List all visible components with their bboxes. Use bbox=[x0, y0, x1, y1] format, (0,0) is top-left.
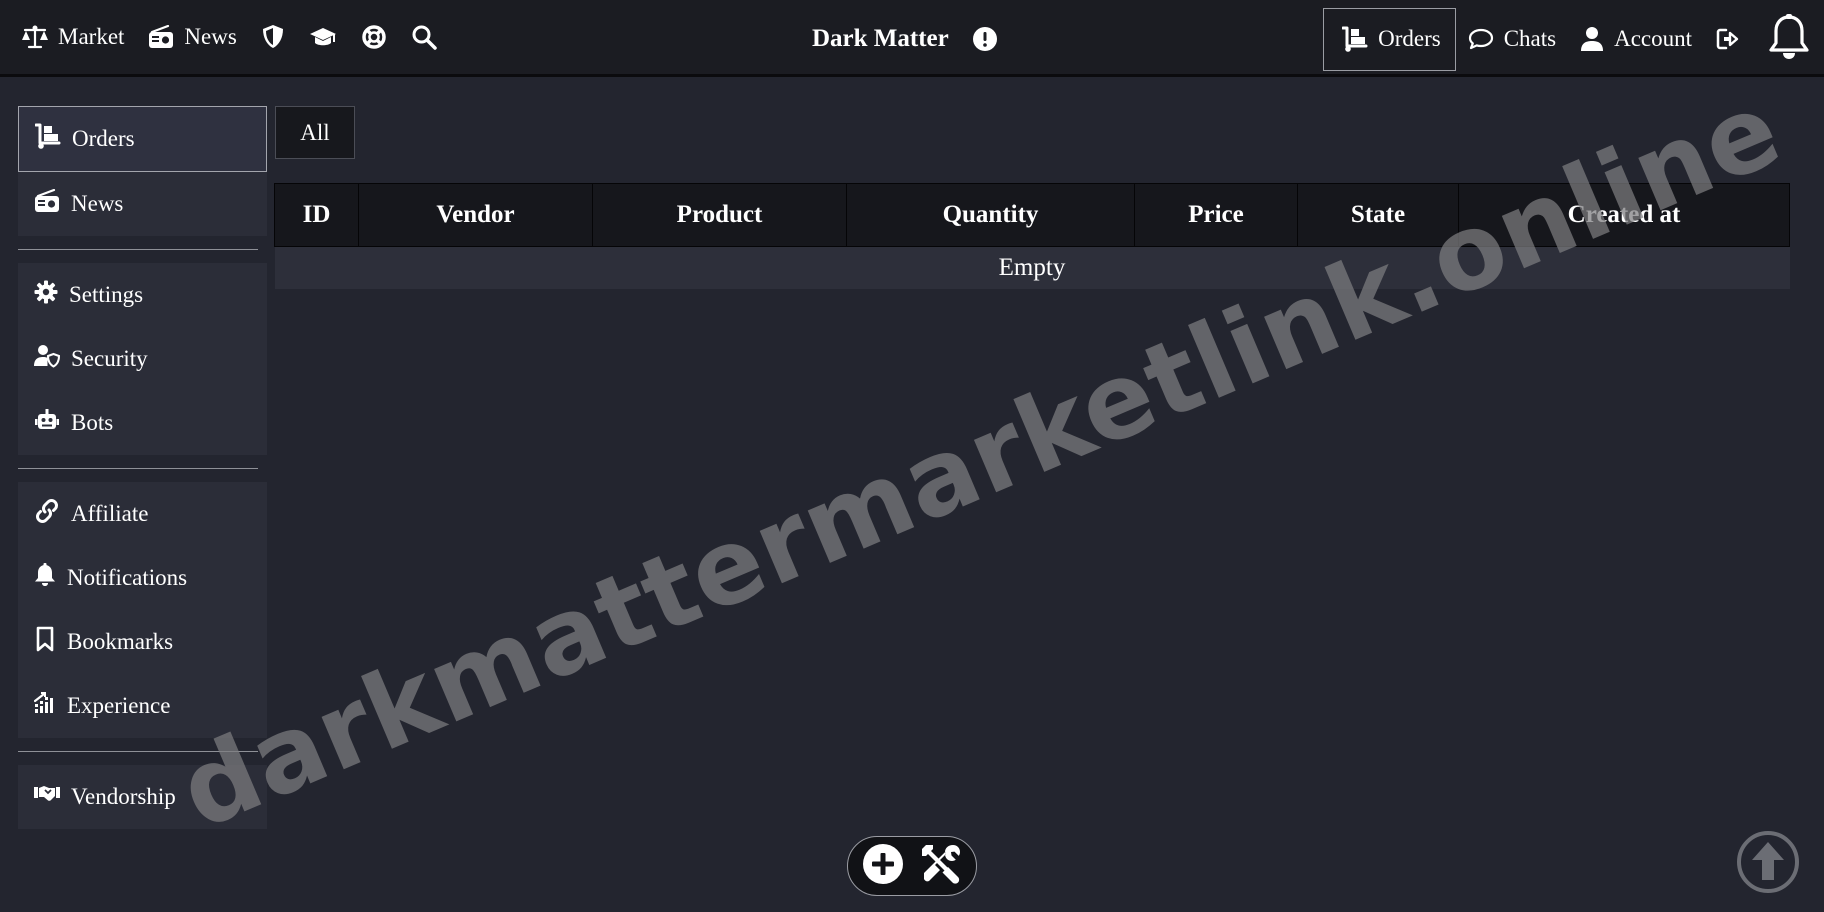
sidebar-item-experience[interactable]: Experience bbox=[18, 674, 267, 738]
nav-left: Market News bbox=[0, 0, 449, 74]
sidebar-item-vendorship[interactable]: Vendorship bbox=[18, 765, 267, 829]
nav-news[interactable]: News bbox=[136, 0, 248, 74]
plus-circle-icon bbox=[862, 843, 904, 890]
chat-bubble-icon bbox=[1468, 27, 1494, 51]
nav-chats[interactable]: Chats bbox=[1456, 2, 1568, 76]
nav-education[interactable] bbox=[297, 0, 349, 74]
column-header-id[interactable]: ID bbox=[274, 183, 359, 247]
nav-orders[interactable]: Orders bbox=[1323, 7, 1456, 71]
nav-account-label: Account bbox=[1614, 26, 1692, 51]
user-shield-icon bbox=[34, 344, 61, 374]
table-header-row: ID Vendor Product Quantity Price State C… bbox=[274, 183, 1790, 247]
nav-search[interactable] bbox=[399, 0, 449, 74]
chart-icon bbox=[33, 692, 56, 720]
orders-table: ID Vendor Product Quantity Price State C… bbox=[274, 183, 1790, 289]
sidebar-item-security[interactable]: Security bbox=[18, 327, 267, 391]
nav-news-label: News bbox=[184, 24, 237, 49]
sidebar-group-main: Orders News bbox=[18, 106, 267, 236]
nav-logout[interactable] bbox=[1704, 2, 1754, 76]
column-header-state[interactable]: State bbox=[1297, 183, 1459, 247]
handshake-icon bbox=[34, 783, 60, 811]
bell-icon bbox=[34, 563, 56, 593]
sidebar-group-settings: Settings Security Bots bbox=[18, 263, 267, 455]
exclamation-circle-icon[interactable] bbox=[972, 27, 997, 51]
sidebar-item-label: Experience bbox=[67, 693, 171, 718]
sidebar-item-label: Affiliate bbox=[71, 501, 149, 526]
sidebar-item-label: Bots bbox=[71, 410, 114, 435]
nav-market-label: Market bbox=[58, 24, 125, 49]
column-header-created-at[interactable]: Created at bbox=[1458, 183, 1790, 247]
scroll-to-top-button[interactable] bbox=[1736, 830, 1800, 899]
sidebar-item-orders[interactable]: Orders bbox=[18, 106, 267, 172]
sidebar-item-news[interactable]: News bbox=[18, 172, 267, 236]
nav-support[interactable] bbox=[349, 0, 399, 74]
radio-icon bbox=[34, 188, 60, 219]
filter-all-button[interactable]: All bbox=[275, 106, 355, 159]
sidebar-item-label: Security bbox=[71, 346, 148, 371]
sidebar-item-affiliate[interactable]: Affiliate bbox=[18, 482, 267, 546]
tools-button[interactable] bbox=[917, 842, 965, 890]
nav-right: Orders Chats Account bbox=[1323, 0, 1824, 78]
radio-icon bbox=[148, 25, 174, 49]
brand: Dark Matter bbox=[812, 0, 997, 78]
sidebar-item-label: News bbox=[71, 191, 124, 216]
graduation-cap-icon bbox=[309, 25, 337, 49]
empty-state-text: Empty bbox=[274, 246, 1790, 289]
sidebar-divider bbox=[18, 751, 258, 752]
sidebar-item-label: Settings bbox=[69, 282, 144, 307]
shield-icon bbox=[261, 24, 285, 50]
sidebar-item-bots[interactable]: Bots bbox=[18, 391, 267, 455]
arrow-up-circle-icon bbox=[1736, 830, 1800, 899]
nav-market[interactable]: Market bbox=[0, 0, 136, 74]
search-icon bbox=[411, 24, 437, 50]
sidebar-item-label: Vendorship bbox=[71, 784, 176, 809]
sidebar-item-label: Bookmarks bbox=[67, 629, 174, 654]
sidebar-item-notifications[interactable]: Notifications bbox=[18, 546, 267, 610]
floating-actions bbox=[847, 836, 977, 896]
table-row: Empty bbox=[274, 246, 1790, 289]
top-navbar: Market News Dark Matter Orders Chats Acc… bbox=[0, 0, 1824, 77]
add-button[interactable] bbox=[859, 842, 907, 890]
nav-orders-label: Orders bbox=[1378, 26, 1441, 51]
bookmark-icon bbox=[34, 626, 56, 658]
sidebar-item-settings[interactable]: Settings bbox=[18, 263, 267, 327]
nav-chats-label: Chats bbox=[1503, 26, 1557, 51]
gear-icon bbox=[34, 280, 58, 310]
nav-shield[interactable] bbox=[249, 0, 297, 74]
sidebar-group-vendor: Vendorship bbox=[18, 765, 267, 829]
column-header-price[interactable]: Price bbox=[1134, 183, 1298, 247]
robot-icon bbox=[34, 408, 60, 438]
dolly-icon bbox=[34, 123, 61, 155]
brand-title[interactable]: Dark Matter bbox=[812, 25, 949, 53]
sidebar-divider bbox=[18, 249, 258, 250]
sidebar-item-bookmarks[interactable]: Bookmarks bbox=[18, 610, 267, 674]
link-icon bbox=[34, 499, 60, 529]
sidebar-divider bbox=[18, 468, 258, 469]
bell-icon bbox=[1768, 13, 1810, 66]
sidebar-item-label: Orders bbox=[72, 126, 135, 151]
scale-icon bbox=[22, 25, 48, 49]
dolly-icon bbox=[1342, 26, 1368, 52]
sidebar-group-user: Affiliate Notifications Bookmarks Experi… bbox=[18, 482, 267, 738]
user-icon bbox=[1580, 26, 1604, 52]
nav-account[interactable]: Account bbox=[1568, 2, 1704, 76]
sidebar: Orders News Settings Security Bots Affil… bbox=[18, 106, 267, 829]
lifebuoy-icon bbox=[361, 24, 387, 50]
notifications-bell[interactable] bbox=[1754, 0, 1824, 78]
column-header-vendor[interactable]: Vendor bbox=[358, 183, 593, 247]
tools-icon bbox=[920, 843, 962, 890]
column-header-quantity[interactable]: Quantity bbox=[846, 183, 1135, 247]
column-header-product[interactable]: Product bbox=[592, 183, 847, 247]
sidebar-item-label: Notifications bbox=[67, 565, 188, 590]
logout-icon bbox=[1716, 27, 1742, 51]
